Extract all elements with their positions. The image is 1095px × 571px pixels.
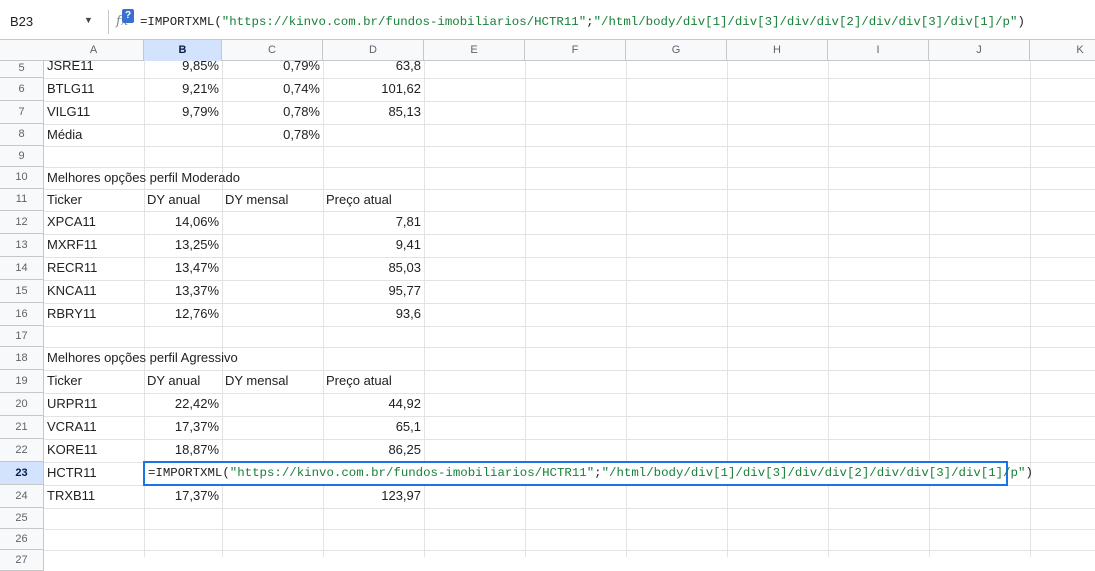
cell-b11[interactable]: DY anual — [144, 189, 222, 211]
cell-c8[interactable]: 0,78% — [222, 124, 323, 146]
cell-a20[interactable]: URPR11 — [44, 393, 144, 415]
cell-a18[interactable]: Melhores opções perfil Agressivo — [44, 347, 347, 369]
cell-a6[interactable]: BTLG11 — [44, 78, 144, 100]
cell-a10[interactable]: Melhores opções perfil Moderado — [44, 167, 347, 189]
row-header-12[interactable]: 12 — [0, 211, 44, 234]
chevron-down-icon[interactable]: ▼ — [84, 15, 93, 25]
cell-c6[interactable]: 0,74% — [222, 78, 323, 100]
column-header-j[interactable]: J — [929, 40, 1030, 61]
cell-d19[interactable]: Preço atual — [323, 370, 424, 392]
cell-b13[interactable]: 13,25% — [144, 234, 222, 256]
cell-a12[interactable]: XPCA11 — [44, 211, 144, 233]
row-header-14[interactable]: 14 — [0, 257, 44, 280]
name-box-value: B23 — [10, 14, 34, 29]
cell-b15[interactable]: 13,37% — [144, 280, 222, 302]
cell-d7[interactable]: 85,13 — [323, 101, 424, 123]
cell-b16[interactable]: 12,76% — [144, 303, 222, 325]
cell-d15[interactable]: 95,77 — [323, 280, 424, 302]
row-header-20[interactable]: 20 — [0, 393, 44, 416]
row-header-18[interactable]: 18 — [0, 347, 44, 370]
row-header-11[interactable]: 11 — [0, 189, 44, 211]
row-header-19[interactable]: 19 — [0, 370, 44, 393]
formula-input[interactable]: =IMPORTXML("https://kinvo.com.br/fundos-… — [140, 15, 1025, 29]
cell-d6[interactable]: 101,62 — [323, 78, 424, 100]
column-header-f[interactable]: F — [525, 40, 626, 61]
cell-d14[interactable]: 85,03 — [323, 257, 424, 279]
name-box[interactable]: B23 ▼ — [0, 0, 104, 44]
cell-b14[interactable]: 13,47% — [144, 257, 222, 279]
cell-a15[interactable]: KNCA11 — [44, 280, 144, 302]
cell-d20[interactable]: 44,92 — [323, 393, 424, 415]
column-header-e[interactable]: E — [424, 40, 525, 61]
cell-c11[interactable]: DY mensal — [222, 189, 323, 211]
cell-b24[interactable]: 17,37% — [144, 485, 222, 507]
column-header-g[interactable]: G — [626, 40, 727, 61]
cell-a8[interactable]: Média — [44, 124, 144, 146]
formula-bar-divider — [108, 10, 109, 34]
cell-d24[interactable]: 123,97 — [323, 485, 424, 507]
row-header-8[interactable]: 8 — [0, 124, 44, 146]
cell-b6[interactable]: 9,21% — [144, 78, 222, 100]
cell-d5[interactable]: 63,8 — [323, 55, 424, 77]
column-header-h[interactable]: H — [727, 40, 828, 61]
cell-b21[interactable]: 17,37% — [144, 416, 222, 438]
cell-d22[interactable]: 86,25 — [323, 439, 424, 461]
cell-b22[interactable]: 18,87% — [144, 439, 222, 461]
cell-d16[interactable]: 93,6 — [323, 303, 424, 325]
cell-a16[interactable]: RBRY11 — [44, 303, 144, 325]
cell-a21[interactable]: VCRA11 — [44, 416, 144, 438]
row-header-25[interactable]: 25 — [0, 508, 44, 529]
cell-c19[interactable]: DY mensal — [222, 370, 323, 392]
row-header-6[interactable]: 6 — [0, 78, 44, 101]
cell-a5[interactable]: JSRE11 — [44, 55, 144, 77]
row-header-26[interactable]: 26 — [0, 529, 44, 550]
cell-a24[interactable]: TRXB11 — [44, 485, 144, 507]
cell-b20[interactable]: 22,42% — [144, 393, 222, 415]
row-header-9[interactable]: 9 — [0, 146, 44, 167]
row-header-22[interactable]: 22 — [0, 439, 44, 462]
column-header-i[interactable]: I — [828, 40, 929, 61]
row-header-21[interactable]: 21 — [0, 416, 44, 439]
row-header-23[interactable]: 23 — [0, 462, 44, 485]
cell-c7[interactable]: 0,78% — [222, 101, 323, 123]
cell-a11[interactable]: Ticker — [44, 189, 144, 211]
cell-b7[interactable]: 9,79% — [144, 101, 222, 123]
row-header-10[interactable]: 10 — [0, 167, 44, 189]
cell-b12[interactable]: 14,06% — [144, 211, 222, 233]
cell-a7[interactable]: VILG11 — [44, 101, 144, 123]
cell-b5[interactable]: 9,85% — [144, 55, 222, 77]
row-header-15[interactable]: 15 — [0, 280, 44, 303]
cell-d11[interactable]: Preço atual — [323, 189, 424, 211]
cell-a19[interactable]: Ticker — [44, 370, 144, 392]
row-header-13[interactable]: 13 — [0, 234, 44, 257]
cell-d13[interactable]: 9,41 — [323, 234, 424, 256]
row-header-17[interactable]: 17 — [0, 326, 44, 347]
cell-editor-b23[interactable]: =IMPORTXML("https://kinvo.com.br/fundos-… — [143, 461, 1033, 486]
row-header-16[interactable]: 16 — [0, 303, 44, 326]
cell-a22[interactable]: KORE11 — [44, 439, 144, 461]
cell-a23[interactable]: HCTR11 — [44, 462, 144, 484]
cell-d12[interactable]: 7,81 — [323, 211, 424, 233]
help-icon[interactable]: ? — [122, 9, 134, 23]
column-header-k[interactable]: K — [1030, 40, 1095, 61]
cell-a14[interactable]: RECR11 — [44, 257, 144, 279]
formula-bar: B23 ▼ fx ? =IMPORTXML("https://kinvo.com… — [0, 0, 1095, 44]
row-header-7[interactable]: 7 — [0, 101, 44, 124]
cell-b19[interactable]: DY anual — [144, 370, 222, 392]
cell-a13[interactable]: MXRF11 — [44, 234, 144, 256]
row-header-27[interactable]: 27 — [0, 550, 44, 571]
cell-d21[interactable]: 65,1 — [323, 416, 424, 438]
row-header-24[interactable]: 24 — [0, 485, 44, 508]
row-header-5[interactable]: 5 — [0, 61, 44, 78]
cell-c5[interactable]: 0,79% — [222, 55, 323, 77]
